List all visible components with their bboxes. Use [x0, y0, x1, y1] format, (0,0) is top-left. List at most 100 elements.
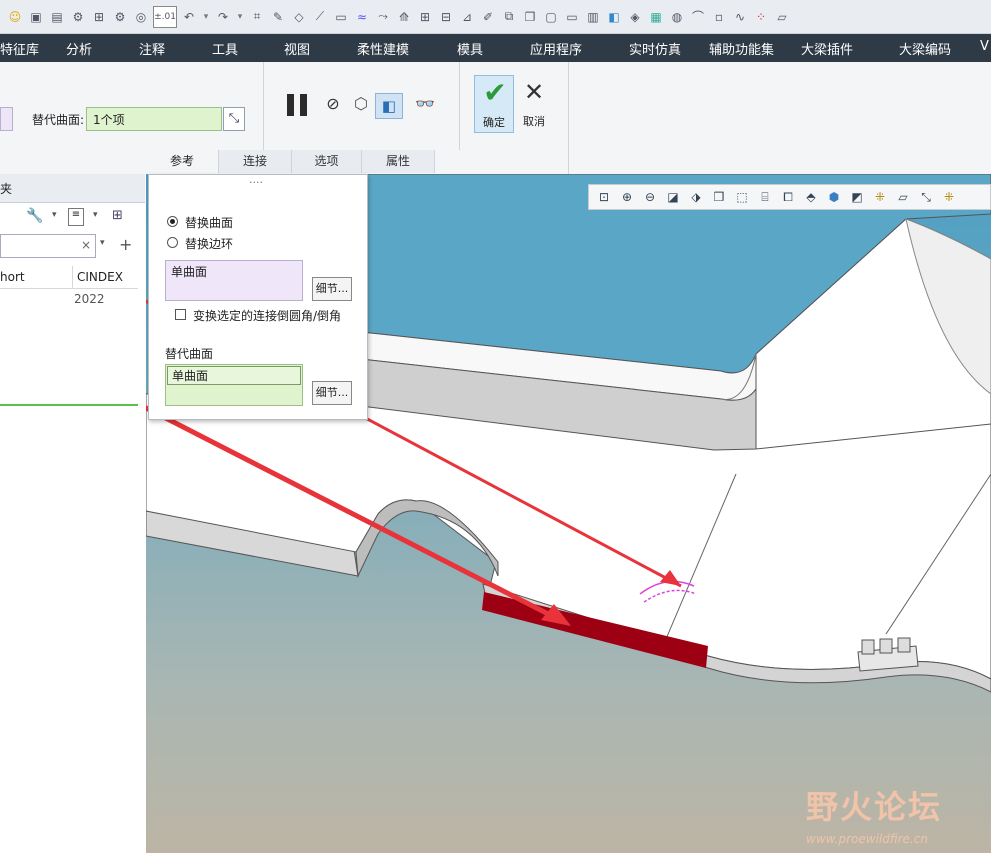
save-icon[interactable]: ▣	[27, 8, 45, 26]
zoom-refit-icon[interactable]: ⊡	[595, 188, 613, 206]
transform-rounds-checkbox[interactable]	[175, 309, 186, 320]
menu-aux-functions[interactable]: 辅助功能集	[709, 39, 774, 58]
glasses-icon[interactable]: 👓	[410, 94, 440, 116]
redo-dropdown-icon[interactable]: ▾	[235, 8, 245, 26]
menu-analysis[interactable]: 分析	[66, 39, 92, 58]
orient-icon[interactable]: ⬗	[687, 188, 705, 206]
search-dropdown-icon[interactable]: ▾	[100, 238, 105, 248]
add-icon[interactable]: +	[119, 235, 132, 254]
radio-replace-loop[interactable]	[167, 237, 178, 248]
undo-dropdown-icon[interactable]: ▾	[201, 8, 211, 26]
smiley-icon[interactable]: ☺	[6, 8, 24, 26]
menu-beam-coding[interactable]: 大梁编码	[899, 39, 951, 58]
frame-icon[interactable]: ▭	[563, 8, 581, 26]
replacement-surface-field[interactable]: 1个项	[86, 107, 222, 131]
clipboard-icon[interactable]: ▢	[542, 8, 560, 26]
annotation-display-icon[interactable]: ▱	[894, 188, 912, 206]
copy-icon[interactable]: ⧉	[500, 8, 518, 26]
tab-properties[interactable]: 属性	[362, 150, 435, 173]
wave-icon[interactable]: ≈	[353, 8, 371, 26]
more-icon[interactable]: ⁜	[940, 188, 958, 206]
book-icon[interactable]: ▥	[584, 8, 602, 26]
spline-icon[interactable]: ∿	[731, 8, 749, 26]
pause-icon[interactable]	[287, 94, 309, 116]
undo-icon[interactable]: ↶	[180, 8, 198, 26]
previous-collector-field[interactable]	[0, 107, 13, 131]
sketch-icon[interactable]: ✎	[269, 8, 287, 26]
regenerate-icon[interactable]: ⚙	[69, 8, 87, 26]
no-preview-icon[interactable]: ⊘	[323, 94, 343, 116]
datum-display-icon[interactable]: ⁜	[871, 188, 889, 206]
menu-view[interactable]: 视图	[284, 39, 310, 58]
paste-icon[interactable]: ❐	[521, 8, 539, 26]
plane-square-icon[interactable]: ▫	[710, 8, 728, 26]
section-icon[interactable]: ⊟	[437, 8, 455, 26]
show-icon[interactable]: ⊞	[112, 208, 132, 226]
menu-flexible-modeling[interactable]: 柔性建模	[357, 39, 409, 58]
save-copy-icon[interactable]: ▤	[48, 8, 66, 26]
display-style-icon[interactable]: ❒	[710, 188, 728, 206]
tools-icon[interactable]: 🔧	[26, 208, 44, 226]
collector-options-icon[interactable]: ⤡	[223, 107, 245, 131]
zoom-out-icon[interactable]: ⊖	[641, 188, 659, 206]
tolerance-button[interactable]: ±.01	[153, 5, 177, 28]
points-icon[interactable]: ⁘	[752, 8, 770, 26]
solid-preview-icon[interactable]: ◧	[375, 93, 403, 119]
tools-dropdown-icon[interactable]: ▾	[52, 210, 57, 220]
replacement-surface-item[interactable]: 单曲面	[167, 366, 301, 385]
ok-button[interactable]: ✔ 确定	[474, 75, 514, 133]
details-button-2[interactable]: 细节...	[312, 381, 352, 405]
model-tree-icon[interactable]: ⊞	[90, 8, 108, 26]
spin-center-icon[interactable]: ⤡	[917, 188, 935, 206]
replace-surface-item[interactable]: 单曲面	[171, 265, 207, 279]
menu-annotate[interactable]: 注释	[139, 39, 165, 58]
column-header-short[interactable]: hort	[0, 270, 25, 284]
image-icon[interactable]: ▦	[647, 8, 665, 26]
section-view-icon[interactable]: ◩	[848, 188, 866, 206]
menu-tools[interactable]: 工具	[212, 39, 238, 58]
cancel-button[interactable]: ✕ 取消	[516, 75, 552, 133]
close-window-icon[interactable]: ⌗	[248, 8, 266, 26]
column-header-cindex[interactable]: CINDEX	[77, 270, 123, 284]
search-input[interactable]: ×	[0, 234, 96, 258]
list-settings-icon[interactable]: ≡	[68, 208, 84, 226]
perspective-icon[interactable]: ⬘	[802, 188, 820, 206]
grid-icon[interactable]: ⊞	[416, 8, 434, 26]
menu-beam-plugin[interactable]: 大梁插件	[801, 39, 853, 58]
menu-applications[interactable]: 应用程序	[530, 39, 582, 58]
curve-icon[interactable]: ⤳	[374, 8, 392, 26]
render-icon[interactable]: ◍	[668, 8, 686, 26]
radio-replace-surface[interactable]	[167, 216, 178, 227]
clear-search-icon[interactable]: ×	[81, 238, 91, 252]
menu-v[interactable]: V	[980, 39, 989, 54]
menu-mold[interactable]: 模具	[457, 39, 483, 58]
settings-icon[interactable]: ⚙	[111, 8, 129, 26]
tab-options[interactable]: 选项	[292, 150, 362, 173]
replace-surface-collector[interactable]: 单曲面	[165, 260, 303, 301]
tab-attachment[interactable]: 连接	[219, 150, 292, 173]
measure-icon[interactable]: ⊿	[458, 8, 476, 26]
camera-icon[interactable]: ⌸	[756, 188, 774, 206]
pen-icon[interactable]: ✐	[479, 8, 497, 26]
redo-icon[interactable]: ↷	[214, 8, 232, 26]
inspect-icon[interactable]: ◎	[132, 8, 150, 26]
arc-icon[interactable]: ⌒	[689, 8, 707, 26]
parallelogram-icon[interactable]: ▱	[773, 8, 791, 26]
mesh-preview-icon[interactable]: ⬡	[350, 94, 372, 116]
menu-feature-library[interactable]: 特征库	[0, 39, 39, 58]
replacement-surface-collector[interactable]: 单曲面	[165, 364, 303, 406]
details-button[interactable]: 细节...	[312, 277, 352, 301]
plane-icon[interactable]: ◇	[290, 8, 308, 26]
view-manager-icon[interactable]: ⧠	[779, 188, 797, 206]
repaint-icon[interactable]: ◪	[664, 188, 682, 206]
datum-icon[interactable]: ▭	[332, 8, 350, 26]
menu-realtime-simulation[interactable]: 实时仿真	[629, 39, 681, 58]
panel-grip[interactable]: ....	[249, 173, 263, 186]
appearance-icon[interactable]: ⬢	[825, 188, 843, 206]
zoom-in-icon[interactable]: ⊕	[618, 188, 636, 206]
saved-views-icon[interactable]: ⬚	[733, 188, 751, 206]
settings-dropdown-icon[interactable]: ▾	[93, 210, 98, 220]
layer-icon[interactable]: ◧	[605, 8, 623, 26]
analysis-icon[interactable]: ⟰	[395, 8, 413, 26]
chart-icon[interactable]: ⟋	[311, 8, 329, 26]
